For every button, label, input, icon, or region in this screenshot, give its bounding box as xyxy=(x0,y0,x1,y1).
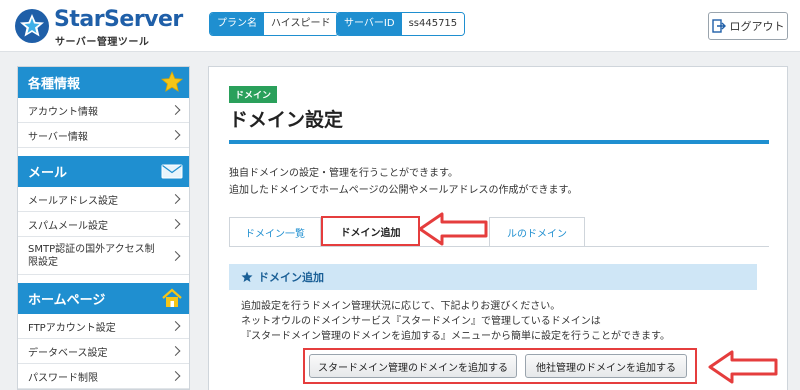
section-line: 追加設定を行うドメイン管理状況に応じて、下記よりお選びください。 xyxy=(241,301,561,312)
section-line: ネットオウルのドメインサービス『スタードメイン』で管理しているドメインは xyxy=(241,316,601,327)
logo-star-icon xyxy=(15,9,49,43)
sidebar-item-label: スパムメール設定 xyxy=(28,220,108,232)
sidebar-item-ftp-account[interactable]: FTPアカウント設定 xyxy=(18,314,189,339)
sidebar-item-server-info[interactable]: サーバー情報 xyxy=(18,123,189,148)
tab-bar: ドメイン一覧 ドメイン追加 ルのドメイン xyxy=(229,216,769,247)
tab-divider xyxy=(229,246,769,247)
sidebar-item-label: アカウント情報 xyxy=(28,106,98,118)
arrow-left-icon xyxy=(418,212,488,246)
server-id-badge: サーバーID ss445715 xyxy=(336,12,466,36)
logout-icon xyxy=(711,19,726,33)
main-panel: ドメイン ドメイン設定 独自ドメインの設定・管理を行うことができます。 追加した… xyxy=(208,66,788,390)
chevron-right-icon xyxy=(170,194,181,204)
mail-icon xyxy=(161,164,183,179)
server-id-value: ss445715 xyxy=(401,13,465,35)
arrow-left-icon xyxy=(708,350,778,384)
action-highlight: スタードメイン管理のドメインを追加する 他社管理のドメインを追加する xyxy=(303,348,697,384)
sidebar-section-info: 各種情報 xyxy=(18,67,189,98)
description-line: 独自ドメインの設定・管理を行うことができます。 xyxy=(229,168,458,179)
plan-value: ハイスピード xyxy=(264,13,338,35)
sidebar-item-database[interactable]: データベース設定 xyxy=(18,339,189,364)
chevron-right-icon xyxy=(170,250,181,261)
logo-name: StarServer xyxy=(54,7,183,32)
description-line: 追加したドメインでホームページの公開やメールアドレスの作成ができます。 xyxy=(229,185,578,196)
plan-badge: プラン名 ハイスピード xyxy=(209,12,339,36)
app-header: StarServer サーバー管理ツール プラン名 ハイスピード サーバーID … xyxy=(0,0,800,52)
plan-label: プラン名 xyxy=(210,13,264,35)
sidebar-section-title: ホームページ xyxy=(28,293,106,308)
title-divider xyxy=(229,140,769,144)
tab-domain-add[interactable]: ドメイン追加 xyxy=(321,216,420,246)
tab-label: ドメイン一覧 xyxy=(245,228,305,240)
page-title: ドメイン設定 xyxy=(229,109,344,131)
sidebar-section-mail: メール xyxy=(18,156,189,187)
section-line: 『スタードメイン管理のドメインを追加する』メニューから簡単に設定を行うことができ… xyxy=(241,331,670,342)
section-title: ドメイン追加 xyxy=(258,271,324,284)
star-icon xyxy=(241,271,253,282)
section-header: ドメイン追加 xyxy=(229,264,757,290)
page-description: 独自ドメインの設定・管理を行うことができます。 追加したドメインでホームページの… xyxy=(229,165,578,199)
logo-subtitle: サーバー管理ツール xyxy=(55,37,150,48)
sidebar-item-spam-mail[interactable]: スパムメール設定 xyxy=(18,212,189,237)
sidebar-section-homepage: ホームページ xyxy=(18,283,189,314)
chevron-right-icon xyxy=(170,219,181,229)
chevron-right-icon xyxy=(170,346,181,356)
tab-label: ルのドメイン xyxy=(507,228,567,240)
tab-label: ドメイン追加 xyxy=(340,227,401,239)
tab-other-domain[interactable]: ルのドメイン xyxy=(489,217,585,246)
sidebar-item-label: パスワード制限 xyxy=(28,372,98,384)
button-label: 他社管理のドメインを追加する xyxy=(536,362,676,374)
sidebar-item-label: データベース設定 xyxy=(28,347,108,359)
tab-domain-list[interactable]: ドメイン一覧 xyxy=(229,217,321,246)
add-other-domain-button[interactable]: 他社管理のドメインを追加する xyxy=(525,354,687,378)
chevron-right-icon xyxy=(170,371,181,381)
sidebar-item-label: SMTP認証の国外アクセス制限設定 xyxy=(28,243,155,268)
logout-label: ログアウト xyxy=(729,20,785,33)
add-star-domain-button[interactable]: スタードメイン管理のドメインを追加する xyxy=(309,354,517,378)
sidebar-item-label: メールアドレス設定 xyxy=(28,195,118,207)
sidebar-item-password-restriction[interactable]: パスワード制限 xyxy=(18,364,189,389)
home-icon xyxy=(162,288,182,307)
sidebar-item-mail-address[interactable]: メールアドレス設定 xyxy=(18,187,189,212)
sidebar-section-title: メール xyxy=(28,166,68,181)
section-description: 追加設定を行うドメイン管理状況に応じて、下記よりお選びください。 ネットオウルの… xyxy=(241,299,670,344)
chevron-right-icon xyxy=(170,105,181,115)
sidebar-item-smtp-restriction[interactable]: SMTP認証の国外アクセス制限設定 xyxy=(18,237,189,275)
logo[interactable]: StarServer サーバー管理ツール xyxy=(14,7,184,48)
sidebar-item-label: FTPアカウント設定 xyxy=(28,322,116,334)
chevron-right-icon xyxy=(170,130,181,140)
star-icon xyxy=(161,71,183,92)
button-label: スタードメイン管理のドメインを追加する xyxy=(318,362,508,374)
category-tag: ドメイン xyxy=(229,86,278,103)
logout-button[interactable]: ログアウト xyxy=(708,12,788,40)
server-id-label: サーバーID xyxy=(337,13,402,35)
sidebar: 各種情報 アカウント情報 サーバー情報 メール メールアドレス設定 スパムメール… xyxy=(17,66,190,390)
chevron-right-icon xyxy=(170,321,181,331)
sidebar-item-account-info[interactable]: アカウント情報 xyxy=(18,98,189,123)
sidebar-item-label: サーバー情報 xyxy=(28,131,88,143)
sidebar-section-title: 各種情報 xyxy=(28,77,81,92)
